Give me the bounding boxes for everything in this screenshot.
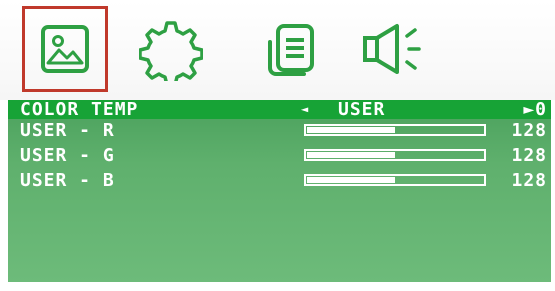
user-r-slider-fill (307, 127, 395, 133)
user-b-row[interactable]: USER - B 128 (8, 171, 551, 190)
picture-icon (41, 25, 89, 73)
osd-tab-bar (0, 0, 555, 100)
user-g-value: 128 (511, 145, 547, 166)
color-temp-value: USER (338, 99, 386, 120)
user-r-label: USER - R (20, 120, 115, 141)
user-b-label: USER - B (20, 170, 115, 191)
user-g-label: USER - G (20, 145, 115, 166)
user-b-slider-fill (307, 177, 395, 183)
user-b-value: 128 (511, 170, 547, 191)
left-arrow-icon[interactable]: ◄ (301, 100, 309, 119)
user-r-value: 128 (511, 120, 547, 141)
tab-picture[interactable] (22, 6, 108, 92)
color-temp-label: COLOR TEMP (20, 99, 139, 120)
user-r-row[interactable]: USER - R 128 (8, 121, 551, 140)
tab-document[interactable] (246, 6, 332, 92)
tab-audio[interactable] (356, 6, 442, 92)
user-g-slider[interactable] (304, 149, 486, 161)
user-g-slider-fill (307, 152, 395, 158)
color-temp-row[interactable]: COLOR TEMP ◄ USER ►0 (8, 100, 551, 119)
document-icon (268, 24, 314, 76)
gear-icon (139, 21, 203, 81)
tab-settings[interactable] (128, 6, 214, 92)
speaker-icon (363, 24, 421, 74)
osd-screen: COLOR TEMP ◄ USER ►0 USER - R 128 USER -… (0, 0, 555, 291)
picture-menu-panel: COLOR TEMP ◄ USER ►0 USER - R 128 USER -… (8, 100, 551, 282)
user-g-row[interactable]: USER - G 128 (8, 146, 551, 165)
color-temp-right-arrow[interactable]: ►0 (523, 100, 547, 119)
user-r-slider[interactable] (304, 124, 486, 136)
user-b-slider[interactable] (304, 174, 486, 186)
